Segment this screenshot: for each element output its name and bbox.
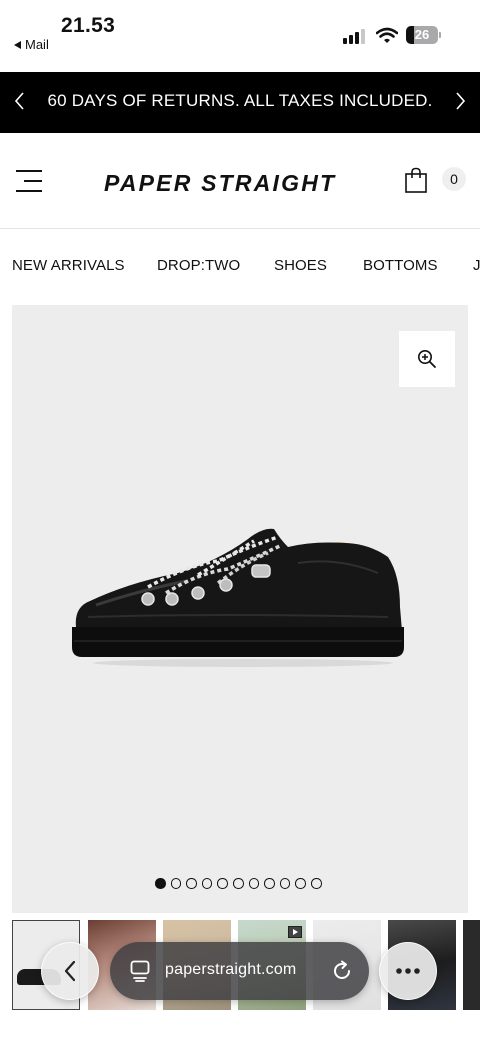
- cart-count-badge[interactable]: 0: [442, 167, 466, 191]
- gallery-dot[interactable]: [217, 878, 228, 889]
- browser-more-button[interactable]: [379, 942, 437, 1000]
- cellular-signal-icon: [343, 28, 365, 44]
- site-logo[interactable]: PAPER STRAIGHT: [104, 170, 336, 197]
- product-image-gallery[interactable]: [12, 305, 468, 913]
- nav-item-new-arrivals[interactable]: NEW ARRIVALS: [12, 257, 125, 274]
- gallery-dot[interactable]: [170, 878, 182, 889]
- gallery-dot[interactable]: [310, 878, 322, 889]
- nav-item-shoes[interactable]: SHOES: [274, 257, 327, 274]
- announcement-text: 60 DAYS OF RETURNS. ALL TAXES INCLUDED.: [47, 91, 433, 110]
- browser-back-button[interactable]: [41, 942, 99, 1000]
- status-bar: 21.53 Mail 26: [0, 0, 480, 72]
- nav-item-drop-two[interactable]: DROP:TWO: [157, 257, 240, 274]
- product-shoe-image: [72, 528, 404, 667]
- back-triangle-icon: [14, 40, 21, 49]
- status-time: 21.53: [61, 14, 116, 37]
- page-menu-icon: [130, 960, 150, 982]
- gallery-dot[interactable]: [232, 878, 244, 889]
- back-to-mail-label: Mail: [25, 37, 49, 52]
- back-to-mail[interactable]: Mail: [14, 37, 49, 52]
- zoom-button[interactable]: [399, 331, 455, 387]
- gallery-dot[interactable]: [295, 878, 306, 889]
- browser-toolbar: paperstraight.com: [0, 935, 480, 1041]
- gallery-dot[interactable]: [279, 878, 291, 889]
- gallery-dot[interactable]: [264, 878, 275, 889]
- gallery-dot[interactable]: [186, 878, 197, 889]
- battery-tip: [439, 32, 441, 38]
- battery-percent: 26: [414, 27, 430, 42]
- nav-item-partial[interactable]: J: [473, 257, 480, 274]
- chevron-left-icon: [64, 960, 76, 982]
- zoom-in-icon: [418, 350, 436, 368]
- ellipsis-icon: [396, 968, 420, 974]
- gallery-dot[interactable]: [201, 878, 213, 889]
- battery-icon: 26: [406, 26, 438, 44]
- chevron-right-icon[interactable]: [450, 90, 470, 112]
- address-bar[interactable]: paperstraight.com: [110, 942, 369, 1000]
- site-header: PAPER STRAIGHT 0: [0, 133, 480, 229]
- wifi-icon: [376, 27, 398, 43]
- reload-icon[interactable]: [331, 960, 353, 982]
- category-nav: NEW ARRIVALS DROP:TWO SHOES BOTTOMS J: [0, 230, 480, 302]
- shopping-bag-icon[interactable]: [403, 167, 429, 194]
- gallery-dot[interactable]: [155, 878, 166, 889]
- hamburger-menu-icon[interactable]: [16, 170, 42, 192]
- url-text: paperstraight.com: [165, 961, 297, 978]
- nav-item-bottoms[interactable]: BOTTOMS: [363, 257, 438, 274]
- gallery-dot[interactable]: [248, 878, 260, 889]
- announcement-bar: 60 DAYS OF RETURNS. ALL TAXES INCLUDED.: [0, 72, 480, 133]
- gallery-pagination: [155, 878, 322, 889]
